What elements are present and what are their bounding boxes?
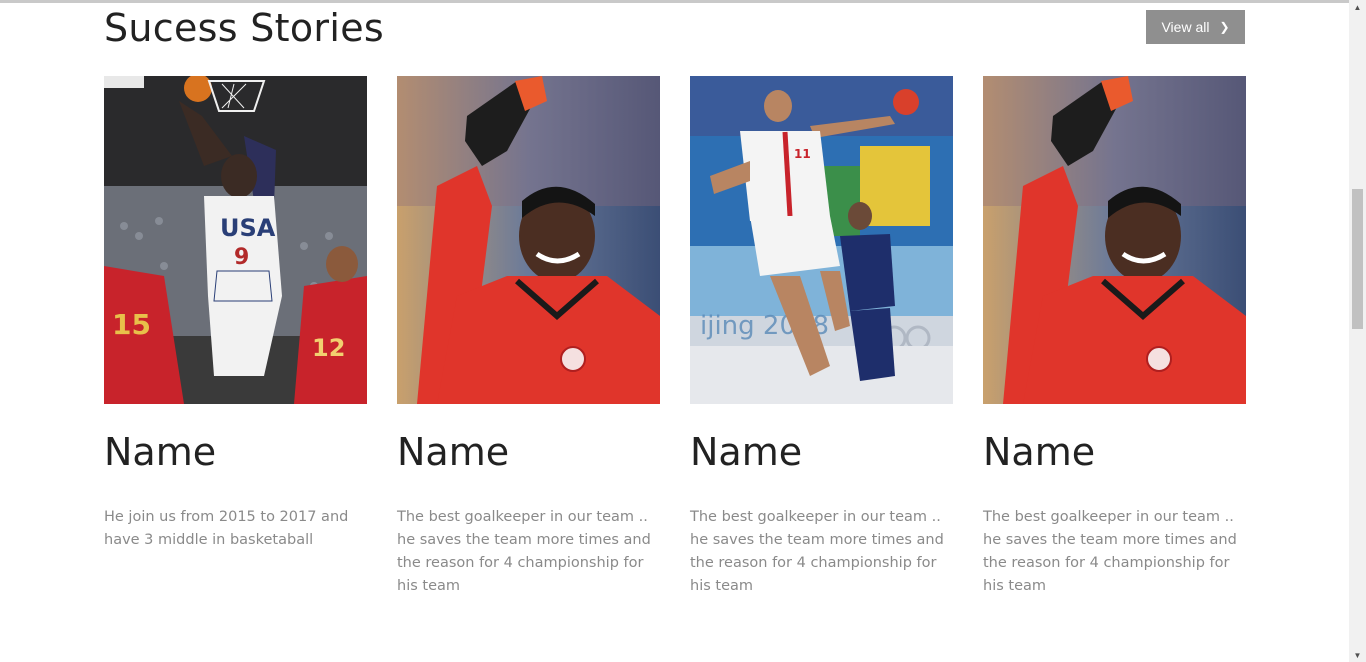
chevron-right-icon: ❯: [1219, 20, 1230, 34]
story-card[interactable]: ijing 2008 11 Name The best goalkeeper i…: [690, 76, 953, 598]
scroll-up-arrow-icon[interactable]: ▲: [1349, 0, 1366, 14]
top-border: [0, 0, 1366, 3]
story-description: The best goalkeeper in our team .. he sa…: [397, 509, 651, 594]
story-name: Name: [690, 430, 803, 474]
story-description: He join us from 2015 to 2017 and have 3 …: [104, 509, 349, 548]
story-name: Name: [104, 430, 217, 474]
story-card[interactable]: Name The best goalkeeper in our team .. …: [397, 76, 660, 598]
story-name: Name: [983, 430, 1096, 474]
vertical-scrollbar[interactable]: ▲ ▼: [1349, 0, 1366, 662]
svg-text:15: 15: [112, 308, 151, 341]
scroll-down-arrow-icon[interactable]: ▼: [1349, 648, 1366, 662]
svg-text:9: 9: [234, 245, 249, 270]
story-card[interactable]: USA 9 15 12 Name He join us from 2015 to…: [104, 76, 367, 598]
basketball-player-photo[interactable]: USA 9 15 12: [104, 76, 367, 404]
view-all-button[interactable]: View all ❯: [1146, 10, 1245, 44]
goalkeeper-photo[interactable]: [397, 76, 660, 404]
success-stories-grid: USA 9 15 12 Name He join us from 2015 to…: [104, 76, 1246, 598]
story-card[interactable]: Name The best goalkeeper in our team .. …: [983, 76, 1246, 598]
svg-text:USA: USA: [220, 214, 276, 242]
story-description: The best goalkeeper in our team .. he sa…: [983, 509, 1237, 594]
scrollbar-thumb[interactable]: [1352, 189, 1363, 329]
goalkeeper-photo[interactable]: [983, 76, 1246, 404]
handball-player-photo[interactable]: ijing 2008 11: [690, 76, 953, 404]
svg-text:11: 11: [794, 147, 811, 161]
section-title: Sucess Stories: [104, 6, 384, 50]
view-all-label: View all: [1161, 19, 1210, 35]
story-description: The best goalkeeper in our team .. he sa…: [690, 509, 944, 594]
story-name: Name: [397, 430, 510, 474]
svg-text:12: 12: [312, 334, 345, 362]
